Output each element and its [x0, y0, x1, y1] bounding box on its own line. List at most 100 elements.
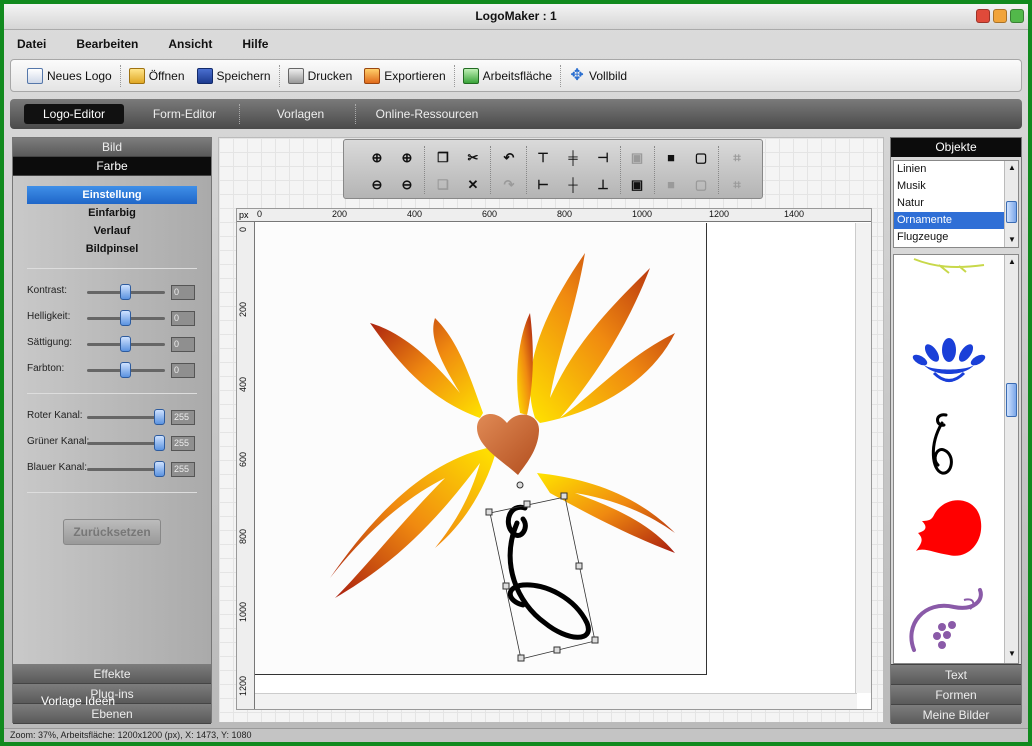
- undo-icon[interactable]: ↶: [500, 149, 518, 167]
- panel-header-meine-bilder[interactable]: Meine Bilder: [891, 704, 1021, 724]
- slider-value[interactable]: 0: [171, 285, 195, 300]
- workspace-button[interactable]: Arbeitsfläche: [457, 67, 558, 84]
- ornament-swirl[interactable]: [505, 504, 591, 640]
- menu-datei[interactable]: Datei: [17, 37, 46, 51]
- flame-wing-upper-left[interactable]: [370, 318, 483, 418]
- scrollbar-thumb[interactable]: [1006, 201, 1017, 223]
- slider-thumb[interactable]: [154, 409, 165, 425]
- category-natur[interactable]: Natur: [894, 195, 1004, 212]
- ruler-tick-label: 0: [238, 226, 248, 232]
- scroll-up-icon[interactable]: ▲: [1007, 257, 1017, 267]
- unlock-icon[interactable]: ■: [662, 176, 680, 194]
- slider-value[interactable]: 0: [171, 337, 195, 352]
- slider-value[interactable]: 255: [171, 436, 195, 451]
- slider-thumb[interactable]: [120, 284, 131, 300]
- slider-label: Farbton:: [27, 363, 65, 374]
- delete-icon[interactable]: ✕: [464, 176, 482, 194]
- menu-hilfe[interactable]: Hilfe: [242, 37, 268, 51]
- slider-thumb[interactable]: [120, 336, 131, 352]
- category-list-scrollbar[interactable]: ▲ ▼: [1004, 161, 1018, 247]
- send-back-icon[interactable]: ▣: [628, 176, 646, 194]
- align-top-icon[interactable]: ⊤: [534, 149, 552, 167]
- frame-icon[interactable]: ▢: [692, 149, 710, 167]
- bring-front-icon[interactable]: ▣: [628, 149, 646, 167]
- category-linien[interactable]: Linien: [894, 161, 1004, 178]
- zoom-out-icon[interactable]: ⊖: [398, 176, 416, 194]
- scroll-down-icon[interactable]: ▼: [1007, 235, 1017, 245]
- scroll-up-icon[interactable]: ▲: [1007, 163, 1017, 173]
- canvas-vertical-scrollbar[interactable]: [855, 223, 871, 693]
- gallery-item-blue-lotus[interactable]: [911, 338, 987, 382]
- panel-header-text[interactable]: Text: [891, 664, 1021, 684]
- slider-thumb[interactable]: [154, 435, 165, 451]
- new-logo-button[interactable]: Neues Logo: [21, 67, 118, 84]
- panel-header-objekte[interactable]: Objekte: [891, 138, 1021, 157]
- mode-einstellung[interactable]: Einstellung: [27, 186, 197, 204]
- open-button[interactable]: Öffnen: [123, 67, 191, 84]
- gallery-scrollbar[interactable]: ▲ ▼: [1004, 255, 1018, 663]
- slider-farbton: Farbton: 0: [13, 357, 211, 383]
- gallery-item-black-swirl[interactable]: [931, 413, 953, 475]
- flame-wing-lower-left[interactable]: [330, 448, 495, 598]
- mode-bildpinsel[interactable]: Bildpinsel: [27, 240, 197, 258]
- slider-thumb[interactable]: [120, 362, 131, 378]
- align-left-icon[interactable]: ⊢: [534, 176, 552, 194]
- slider-value[interactable]: 0: [171, 311, 195, 326]
- copy-icon[interactable]: ❐: [434, 149, 452, 167]
- slider-value[interactable]: 255: [171, 462, 195, 477]
- gallery-item-vine[interactable]: [913, 258, 985, 274]
- menu-ansicht[interactable]: Ansicht: [168, 37, 212, 51]
- panel-header-farbe[interactable]: Farbe: [13, 157, 211, 176]
- category-ornamente[interactable]: Ornamente: [894, 212, 1004, 229]
- zoom-reset-icon[interactable]: ⊕: [368, 149, 386, 167]
- align-right-icon[interactable]: ⊣: [594, 149, 612, 167]
- cut-icon[interactable]: ✂: [464, 149, 482, 167]
- slider-roter-kanal: Roter Kanal: 255: [13, 404, 211, 430]
- ungroup-icon[interactable]: ⌗: [728, 176, 746, 194]
- scroll-down-icon[interactable]: ▼: [1007, 649, 1017, 659]
- zoom-in-icon[interactable]: ⊕: [398, 149, 416, 167]
- export-button[interactable]: Exportieren: [358, 67, 451, 84]
- maximize-button[interactable]: [1010, 9, 1024, 23]
- panel-header-formen[interactable]: Formen: [891, 684, 1021, 704]
- slider-value[interactable]: 0: [171, 363, 195, 378]
- print-button[interactable]: Drucken: [282, 67, 359, 84]
- mode-einfarbig[interactable]: Einfarbig: [27, 204, 197, 222]
- slider-value[interactable]: 255: [171, 410, 195, 425]
- align-bottom-icon[interactable]: ⊥: [594, 176, 612, 194]
- lock-icon[interactable]: ■: [662, 149, 680, 167]
- tab-vorlagen[interactable]: Vorlagen: [246, 104, 356, 124]
- group-icon[interactable]: ⌗: [728, 149, 746, 167]
- zoom-fit-icon[interactable]: ⊖: [368, 176, 386, 194]
- ruler-tick-label: 1000: [632, 209, 653, 219]
- close-button[interactable]: [976, 9, 990, 23]
- slider-thumb[interactable]: [154, 461, 165, 477]
- logo-document[interactable]: [255, 223, 707, 675]
- app-window: LogoMaker : 1 Datei Bearbeiten Ansicht H…: [4, 4, 1028, 742]
- flame-wing-upper-right[interactable]: [517, 253, 675, 423]
- tab-online-ressourcen[interactable]: Online-Ressourcen: [362, 104, 492, 124]
- gallery-item-red-splash[interactable]: [916, 500, 982, 556]
- align-center-icon[interactable]: ┼: [564, 176, 582, 194]
- gallery-item-grape-vine[interactable]: [909, 588, 983, 652]
- tab-logo-editor[interactable]: Logo-Editor: [24, 104, 124, 124]
- align-middle-icon[interactable]: ╪: [564, 149, 582, 167]
- fullscreen-button[interactable]: ✥ Vollbild: [563, 67, 633, 84]
- save-button[interactable]: Speichern: [191, 67, 277, 84]
- panel-header-effekte[interactable]: Effekte: [13, 664, 211, 684]
- reset-button[interactable]: Zurücksetzen: [63, 519, 161, 545]
- mode-verlauf[interactable]: Verlauf: [27, 222, 197, 240]
- redo-icon[interactable]: ↷: [500, 176, 518, 194]
- frame-off-icon[interactable]: ▢: [692, 176, 710, 194]
- panel-header-bild[interactable]: Bild: [13, 138, 211, 157]
- scrollbar-thumb[interactable]: [1006, 383, 1017, 417]
- slider-thumb[interactable]: [120, 310, 131, 326]
- paste-icon[interactable]: ❏: [434, 176, 452, 194]
- flame-wing-lower-right[interactable]: [537, 473, 675, 553]
- canvas-horizontal-scrollbar[interactable]: [255, 693, 857, 709]
- tab-form-editor[interactable]: Form-Editor: [130, 104, 240, 124]
- category-flugzeuge[interactable]: Flugzeuge: [894, 229, 1004, 246]
- minimize-button[interactable]: [993, 9, 1007, 23]
- menu-bearbeiten[interactable]: Bearbeiten: [76, 37, 138, 51]
- category-musik[interactable]: Musik: [894, 178, 1004, 195]
